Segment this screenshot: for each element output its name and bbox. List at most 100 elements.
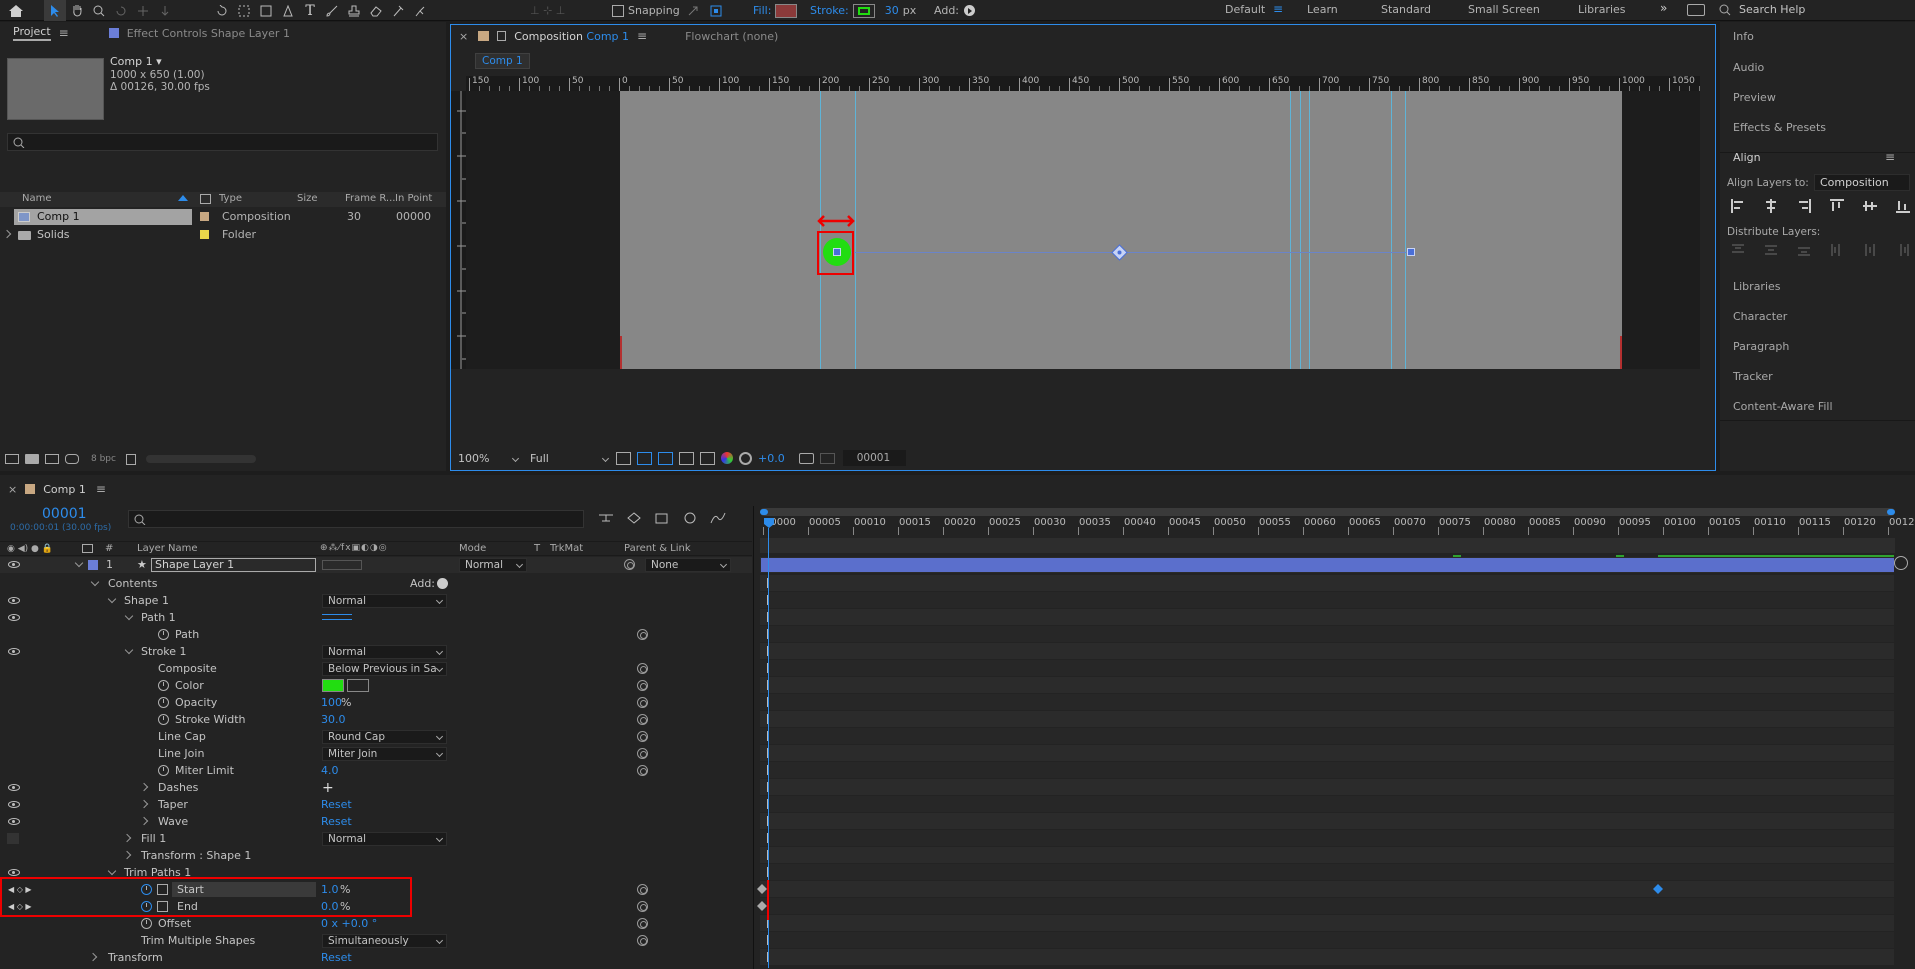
workspace-small-screen[interactable]: Small Screen: [1468, 3, 1540, 16]
col-trkmat[interactable]: TrkMat: [550, 543, 583, 554]
panel-tracker[interactable]: Tracker: [1733, 370, 1773, 383]
row-transform[interactable]: Transform Reset: [0, 949, 752, 966]
exposure-value[interactable]: +0.0: [758, 452, 785, 465]
expand-chevron-icon[interactable]: [2, 229, 12, 239]
guide-line[interactable]: [820, 91, 821, 369]
roto-brush-icon[interactable]: [387, 0, 409, 21]
keyframe-end-0[interactable]: [757, 901, 767, 911]
row-line-join[interactable]: Line Join Miter Join: [0, 745, 752, 762]
transparency-grid-icon[interactable]: [637, 451, 652, 465]
layer-switches[interactable]: [322, 560, 362, 570]
type-tool-icon[interactable]: T: [299, 0, 321, 21]
row-trim-multiple[interactable]: Trim Multiple Shapes Simultaneously: [0, 932, 752, 949]
label-column-icon[interactable]: [200, 194, 211, 204]
lock-icon[interactable]: [497, 31, 507, 41]
tab-composition[interactable]: Composition Comp 1: [506, 25, 637, 47]
stroke-control[interactable]: Stroke: 30 px: [810, 0, 916, 21]
work-area-bar[interactable]: [760, 508, 1895, 516]
row-composite[interactable]: Composite Below Previous in Sa: [0, 660, 752, 677]
col-type[interactable]: Type: [219, 193, 242, 204]
comp-breadcrumb[interactable]: Comp 1: [475, 53, 530, 69]
interpret-footage-icon[interactable]: [5, 454, 19, 464]
col-size[interactable]: Size: [297, 193, 318, 204]
horizontal-ruler[interactable]: 150 100 50 0 50 100 150 200 250 300 350 400 450 500 55…: [466, 76, 1700, 91]
stroke-width-value[interactable]: 30: [885, 4, 899, 17]
graph-editor-icon[interactable]: [710, 511, 726, 525]
stroke1-mode-dropdown[interactable]: Normal: [322, 645, 447, 659]
row-miter-limit[interactable]: Miter Limit 4.0: [0, 762, 752, 779]
stroke-color-swatch[interactable]: [322, 679, 344, 692]
guide-line[interactable]: [1405, 91, 1406, 369]
selected-comp-name[interactable]: Comp 1 ▾: [110, 55, 162, 68]
shape1-mode-dropdown[interactable]: Normal: [322, 594, 447, 608]
thumbnail-scrollbar[interactable]: [145, 455, 256, 463]
close-icon[interactable]: ×: [451, 30, 474, 43]
add-circle-icon[interactable]: [964, 5, 976, 16]
color-channels-icon[interactable]: [721, 452, 733, 464]
selection-tool-icon[interactable]: [44, 0, 66, 21]
add-dash-icon[interactable]: +: [322, 781, 334, 795]
camera-tool-icon[interactable]: [132, 0, 154, 21]
trash-icon[interactable]: [125, 453, 136, 465]
col-layer-name[interactable]: Layer Name: [137, 543, 198, 554]
align-vcenter-icon[interactable]: [1863, 199, 1877, 213]
rectangle-tool-icon[interactable]: [255, 0, 277, 21]
miter-limit-value[interactable]: 4.0: [321, 764, 339, 777]
guide-line[interactable]: [1391, 91, 1392, 369]
panel-menu-icon[interactable]: ≡: [1885, 150, 1895, 164]
layer-duration-bar[interactable]: [761, 558, 1894, 572]
comp-mini-flowchart-icon[interactable]: [598, 511, 614, 525]
clone-stamp-icon[interactable]: [343, 0, 365, 21]
col-frame-rate[interactable]: Frame R...: [345, 193, 395, 204]
new-folder-icon[interactable]: [25, 454, 39, 464]
stroke-width-value[interactable]: 30.0: [321, 713, 346, 726]
show-snapshot-icon[interactable]: [819, 452, 835, 464]
panel-menu-icon[interactable]: ≡: [59, 26, 69, 40]
layer-mode-dropdown[interactable]: Normal: [459, 558, 527, 572]
home-button[interactable]: [8, 0, 24, 21]
row-opacity[interactable]: Opacity 100 %: [0, 694, 752, 711]
transform-reset[interactable]: Reset: [321, 951, 352, 964]
snapshot-icon[interactable]: [798, 452, 814, 464]
timeline-search-input[interactable]: [128, 510, 584, 528]
expand-chevron-icon[interactable]: [74, 558, 84, 568]
zoom-tool-icon[interactable]: [88, 0, 110, 21]
panel-audio[interactable]: Audio: [1733, 61, 1764, 74]
project-search-input[interactable]: [7, 133, 438, 151]
hand-tool-icon[interactable]: [66, 0, 88, 21]
col-in-point[interactable]: In Point: [395, 193, 432, 204]
align-hcenter-icon[interactable]: [1764, 199, 1778, 213]
panel-paragraph[interactable]: Paragraph: [1733, 340, 1789, 353]
rotate-tool-icon[interactable]: [110, 0, 132, 21]
row-shape1[interactable]: Shape 1 Normal: [0, 592, 752, 609]
distribute-left-icon[interactable]: [1830, 243, 1844, 257]
distribute-right-icon[interactable]: [1896, 243, 1910, 257]
snap-options-icon[interactable]: [687, 0, 699, 21]
workspace-menu-icon[interactable]: ≡: [1273, 2, 1283, 16]
opacity-value[interactable]: 100: [321, 696, 342, 709]
panel-libraries[interactable]: Libraries: [1733, 280, 1781, 293]
panel-menu-icon[interactable]: ≡: [637, 29, 647, 43]
keyframe-start-1[interactable]: [1653, 884, 1663, 894]
workspace-learn[interactable]: Learn: [1307, 3, 1338, 16]
label-swatch[interactable]: [200, 212, 209, 221]
workspace-default[interactable]: Default: [1225, 3, 1265, 16]
pickwhip-icon[interactable]: [624, 559, 635, 570]
panel-menu-icon[interactable]: ≡: [96, 482, 106, 496]
distribute-bottom-icon[interactable]: [1797, 243, 1811, 257]
row-dashes[interactable]: Dashes +: [0, 779, 752, 796]
col-mode[interactable]: Mode: [459, 543, 486, 554]
wave-reset[interactable]: Reset: [321, 815, 352, 828]
anchor-point-icon[interactable]: [233, 0, 255, 21]
workspace-edit-icon[interactable]: [1687, 4, 1705, 16]
panel-info[interactable]: Info: [1733, 30, 1754, 43]
row-transform-shape1[interactable]: Transform : Shape 1: [0, 847, 752, 864]
distribute-vcenter-icon[interactable]: [1764, 243, 1778, 257]
tab-effect-controls[interactable]: Effect Controls Shape Layer 1: [119, 22, 298, 44]
align-top-icon[interactable]: [1830, 199, 1844, 213]
offset-value[interactable]: 0 x +0.0 °: [321, 917, 377, 930]
pen-tool-icon[interactable]: [277, 0, 299, 21]
snap-grid-icon[interactable]: [710, 0, 722, 21]
snapping-toggle[interactable]: Snapping: [612, 0, 680, 21]
distribute-top-icon[interactable]: [1731, 243, 1745, 257]
